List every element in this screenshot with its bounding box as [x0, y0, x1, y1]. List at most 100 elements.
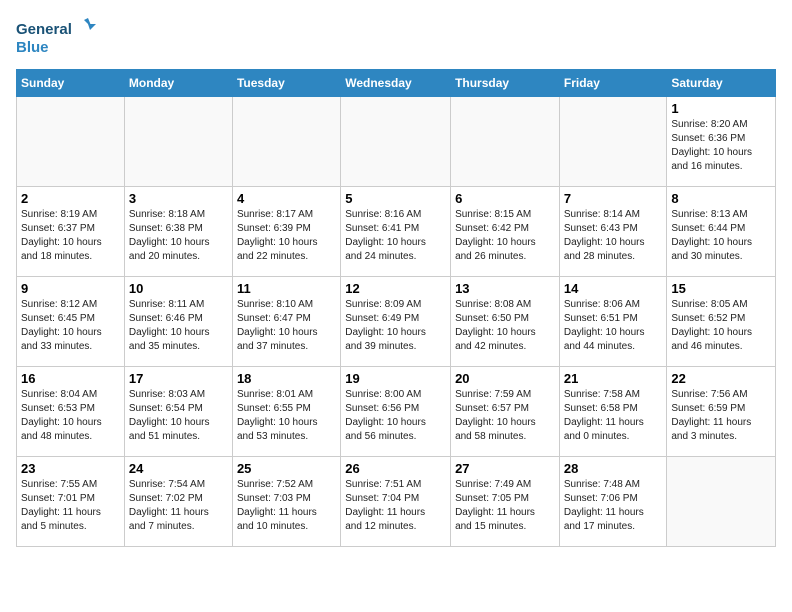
- day-number: 27: [455, 461, 555, 476]
- day-number: 13: [455, 281, 555, 296]
- calendar-cell: 26 Sunrise: 7:51 AM Sunset: 7:04 PM Dayli…: [341, 457, 451, 547]
- day-number: 24: [129, 461, 228, 476]
- day-info: Sunrise: 7:48 AM Sunset: 7:06 PM Dayligh…: [564, 478, 663, 534]
- day-number: 16: [21, 371, 120, 386]
- col-header-wednesday: Wednesday: [341, 70, 451, 97]
- day-info: Sunrise: 8:17 AM Sunset: 6:39 PM Dayligh…: [237, 208, 336, 264]
- calendar-cell: 8Sunrise: 8:13 AM Sunset: 6:44 PM Daylig…: [667, 187, 776, 277]
- calendar-cell: 24Sunrise: 7:54 AM Sunset: 7:02 PM Dayli…: [124, 457, 232, 547]
- calendar-cell: 20Sunrise: 7:59 AM Sunset: 6:57 PM Dayli…: [451, 367, 560, 457]
- svg-text:General: General: [16, 21, 72, 38]
- calendar-cell: 7 Sunrise: 8:14 AM Sunset: 6:43 PM Daylig…: [559, 187, 667, 277]
- day-number: 4: [237, 191, 336, 206]
- calendar-cell: 28 Sunrise: 7:48 AM Sunset: 7:06 PM Dayli…: [559, 457, 667, 547]
- day-info: Sunrise: 7:56 AM Sunset: 6:59 PM Dayligh…: [671, 388, 771, 444]
- calendar-cell: [451, 97, 560, 187]
- day-number: 6: [455, 191, 555, 206]
- day-info: Sunrise: 8:19 AM Sunset: 6:37 PM Dayligh…: [21, 208, 120, 264]
- day-number: 26: [345, 461, 446, 476]
- week-row: 16 Sunrise: 8:04 AM Sunset: 6:53 PM Dayli…: [17, 367, 776, 457]
- calendar-cell: [124, 97, 232, 187]
- calendar-cell: 14Sunrise: 8:06 AM Sunset: 6:51 PM Dayli…: [559, 277, 667, 367]
- day-number: 21: [564, 371, 663, 386]
- calendar-cell: 1 Sunrise: 8:20 AM Sunset: 6:36 PM Daylig…: [667, 97, 776, 187]
- day-number: 22: [671, 371, 771, 386]
- col-header-friday: Friday: [559, 70, 667, 97]
- day-number: 3: [129, 191, 228, 206]
- header-row: SundayMondayTuesdayWednesdayThursdayFrid…: [17, 70, 776, 97]
- day-info: Sunrise: 8:04 AM Sunset: 6:53 PM Dayligh…: [21, 388, 120, 444]
- calendar-cell: 3 Sunrise: 8:18 AM Sunset: 6:38 PM Daylig…: [124, 187, 232, 277]
- day-info: Sunrise: 8:20 AM Sunset: 6:36 PM Dayligh…: [671, 118, 771, 174]
- calendar-cell: 17 Sunrise: 8:03 AM Sunset: 6:54 PM Dayli…: [124, 367, 232, 457]
- day-number: 1: [671, 101, 771, 116]
- page-header: General Blue: [16, 16, 776, 61]
- calendar-cell: 15 Sunrise: 8:05 AM Sunset: 6:52 PM Dayli…: [667, 277, 776, 367]
- col-header-tuesday: Tuesday: [232, 70, 340, 97]
- calendar-cell: [232, 97, 340, 187]
- day-info: Sunrise: 8:13 AM Sunset: 6:44 PM Dayligh…: [671, 208, 771, 264]
- day-number: 17: [129, 371, 228, 386]
- col-header-saturday: Saturday: [667, 70, 776, 97]
- day-info: Sunrise: 8:05 AM Sunset: 6:52 PM Dayligh…: [671, 298, 771, 354]
- calendar-cell: 23 Sunrise: 7:55 AM Sunset: 7:01 PM Dayli…: [17, 457, 125, 547]
- col-header-sunday: Sunday: [17, 70, 125, 97]
- day-info: Sunrise: 7:52 AM Sunset: 7:03 PM Dayligh…: [237, 478, 336, 534]
- calendar-cell: [341, 97, 451, 187]
- day-number: 9: [21, 281, 120, 296]
- col-header-monday: Monday: [124, 70, 232, 97]
- day-number: 11: [237, 281, 336, 296]
- calendar-cell: 18 Sunrise: 8:01 AM Sunset: 6:55 PM Dayli…: [232, 367, 340, 457]
- calendar-cell: 9 Sunrise: 8:12 AM Sunset: 6:45 PM Daylig…: [17, 277, 125, 367]
- day-number: 10: [129, 281, 228, 296]
- calendar-cell: 2 Sunrise: 8:19 AM Sunset: 6:37 PM Daylig…: [17, 187, 125, 277]
- calendar-cell: 12 Sunrise: 8:09 AM Sunset: 6:49 PM Dayli…: [341, 277, 451, 367]
- day-info: Sunrise: 8:10 AM Sunset: 6:47 PM Dayligh…: [237, 298, 336, 354]
- day-number: 23: [21, 461, 120, 476]
- day-number: 25: [237, 461, 336, 476]
- calendar-cell: 19 Sunrise: 8:00 AM Sunset: 6:56 PM Dayli…: [341, 367, 451, 457]
- day-number: 12: [345, 281, 446, 296]
- col-header-thursday: Thursday: [451, 70, 560, 97]
- day-info: Sunrise: 8:03 AM Sunset: 6:54 PM Dayligh…: [129, 388, 228, 444]
- calendar-cell: 5 Sunrise: 8:16 AM Sunset: 6:41 PM Daylig…: [341, 187, 451, 277]
- calendar-cell: 10 Sunrise: 8:11 AM Sunset: 6:46 PM Dayli…: [124, 277, 232, 367]
- svg-text:Blue: Blue: [16, 39, 49, 56]
- day-info: Sunrise: 8:01 AM Sunset: 6:55 PM Dayligh…: [237, 388, 336, 444]
- day-info: Sunrise: 8:12 AM Sunset: 6:45 PM Dayligh…: [21, 298, 120, 354]
- day-number: 14: [564, 281, 663, 296]
- logo-svg: General Blue: [16, 16, 96, 61]
- day-info: Sunrise: 8:18 AM Sunset: 6:38 PM Dayligh…: [129, 208, 228, 264]
- calendar-cell: 16 Sunrise: 8:04 AM Sunset: 6:53 PM Dayli…: [17, 367, 125, 457]
- day-info: Sunrise: 8:00 AM Sunset: 6:56 PM Dayligh…: [345, 388, 446, 444]
- day-number: 5: [345, 191, 446, 206]
- day-info: Sunrise: 7:55 AM Sunset: 7:01 PM Dayligh…: [21, 478, 120, 534]
- day-number: 18: [237, 371, 336, 386]
- calendar-cell: 11 Sunrise: 8:10 AM Sunset: 6:47 PM Dayli…: [232, 277, 340, 367]
- calendar-cell: 4 Sunrise: 8:17 AM Sunset: 6:39 PM Daylig…: [232, 187, 340, 277]
- week-row: 9 Sunrise: 8:12 AM Sunset: 6:45 PM Daylig…: [17, 277, 776, 367]
- day-info: Sunrise: 8:14 AM Sunset: 6:43 PM Dayligh…: [564, 208, 663, 264]
- day-info: Sunrise: 7:59 AM Sunset: 6:57 PM Dayligh…: [455, 388, 555, 444]
- calendar-cell: 27Sunrise: 7:49 AM Sunset: 7:05 PM Dayli…: [451, 457, 560, 547]
- logo: General Blue: [16, 16, 96, 61]
- calendar-cell: 22 Sunrise: 7:56 AM Sunset: 6:59 PM Dayli…: [667, 367, 776, 457]
- calendar-cell: [667, 457, 776, 547]
- calendar-cell: [17, 97, 125, 187]
- calendar-cell: 25 Sunrise: 7:52 AM Sunset: 7:03 PM Dayli…: [232, 457, 340, 547]
- day-info: Sunrise: 8:16 AM Sunset: 6:41 PM Dayligh…: [345, 208, 446, 264]
- day-number: 28: [564, 461, 663, 476]
- week-row: 1 Sunrise: 8:20 AM Sunset: 6:36 PM Daylig…: [17, 97, 776, 187]
- day-number: 15: [671, 281, 771, 296]
- day-number: 2: [21, 191, 120, 206]
- day-info: Sunrise: 8:09 AM Sunset: 6:49 PM Dayligh…: [345, 298, 446, 354]
- calendar-cell: 13Sunrise: 8:08 AM Sunset: 6:50 PM Dayli…: [451, 277, 560, 367]
- day-number: 7: [564, 191, 663, 206]
- week-row: 23 Sunrise: 7:55 AM Sunset: 7:01 PM Dayli…: [17, 457, 776, 547]
- calendar-cell: 6Sunrise: 8:15 AM Sunset: 6:42 PM Daylig…: [451, 187, 560, 277]
- day-info: Sunrise: 8:11 AM Sunset: 6:46 PM Dayligh…: [129, 298, 228, 354]
- day-number: 19: [345, 371, 446, 386]
- calendar-cell: 21Sunrise: 7:58 AM Sunset: 6:58 PM Dayli…: [559, 367, 667, 457]
- day-info: Sunrise: 7:51 AM Sunset: 7:04 PM Dayligh…: [345, 478, 446, 534]
- calendar-table: SundayMondayTuesdayWednesdayThursdayFrid…: [16, 69, 776, 547]
